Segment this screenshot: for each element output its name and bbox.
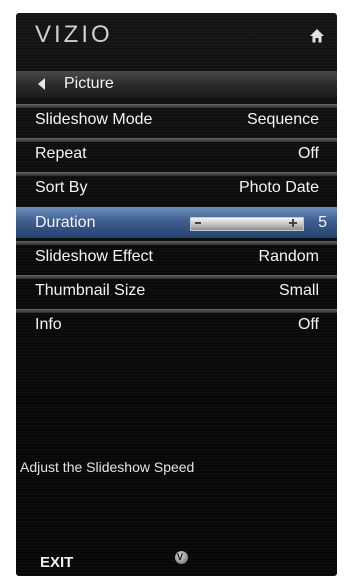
back-arrow-icon[interactable] <box>38 78 45 90</box>
row-divider <box>16 275 337 279</box>
menu-item-value: Small <box>278 282 319 299</box>
menu-item-label: Slideshow Mode <box>35 111 153 128</box>
breadcrumb-picture[interactable]: Picture <box>16 71 337 97</box>
menu-item-slideshow-mode[interactable]: Slideshow Mode Sequence <box>16 104 337 135</box>
menu-item-value: Random <box>258 248 319 265</box>
row-divider <box>16 309 337 313</box>
vizio-logo: VIZIO <box>35 21 113 48</box>
menu-item-info[interactable]: Info Off <box>16 309 337 340</box>
menu-item-label: Slideshow Effect <box>35 248 153 265</box>
home-icon[interactable] <box>308 27 326 45</box>
menu-item-value: Photo Date <box>238 179 319 196</box>
row-divider <box>16 138 337 142</box>
menu-item-label: Sort By <box>35 179 88 196</box>
exit-button[interactable]: EXIT <box>40 554 73 571</box>
menu-item-label: Duration <box>35 214 96 231</box>
menu-item-thumbnail-size[interactable]: Thumbnail Size Small <box>16 275 337 306</box>
row-divider <box>16 241 337 245</box>
duration-slider[interactable] <box>190 217 304 231</box>
menu-item-duration[interactable]: Duration 5 <box>16 207 337 238</box>
minus-icon[interactable] <box>195 222 201 224</box>
menu-item-label: Repeat <box>35 145 87 162</box>
menu-item-label: Thumbnail Size <box>35 282 146 299</box>
vizio-menu-panel: VIZIO Picture Slideshow Mode Sequence Re… <box>16 13 337 576</box>
row-divider <box>16 104 337 108</box>
menu-item-value: Off <box>297 316 319 333</box>
menu-item-value: Sequence <box>246 111 319 128</box>
menu-item-slideshow-effect[interactable]: Slideshow Effect Random <box>16 241 337 272</box>
plus-icon-vertical <box>292 219 294 227</box>
v-button-glyph: V <box>177 552 184 562</box>
row-divider <box>16 172 337 176</box>
menu-item-label: Info <box>35 316 62 333</box>
v-button-icon[interactable]: V <box>175 551 188 564</box>
menu-item-repeat[interactable]: Repeat Off <box>16 138 337 169</box>
menu-item-sort-by[interactable]: Sort By Photo Date <box>16 172 337 203</box>
help-text: Adjust the Slideshow Speed <box>20 459 195 475</box>
breadcrumb-label: Picture <box>64 75 114 92</box>
menu-header: VIZIO <box>16 13 337 57</box>
menu-item-value: 5 <box>318 214 327 231</box>
menu-item-value: Off <box>297 145 319 162</box>
